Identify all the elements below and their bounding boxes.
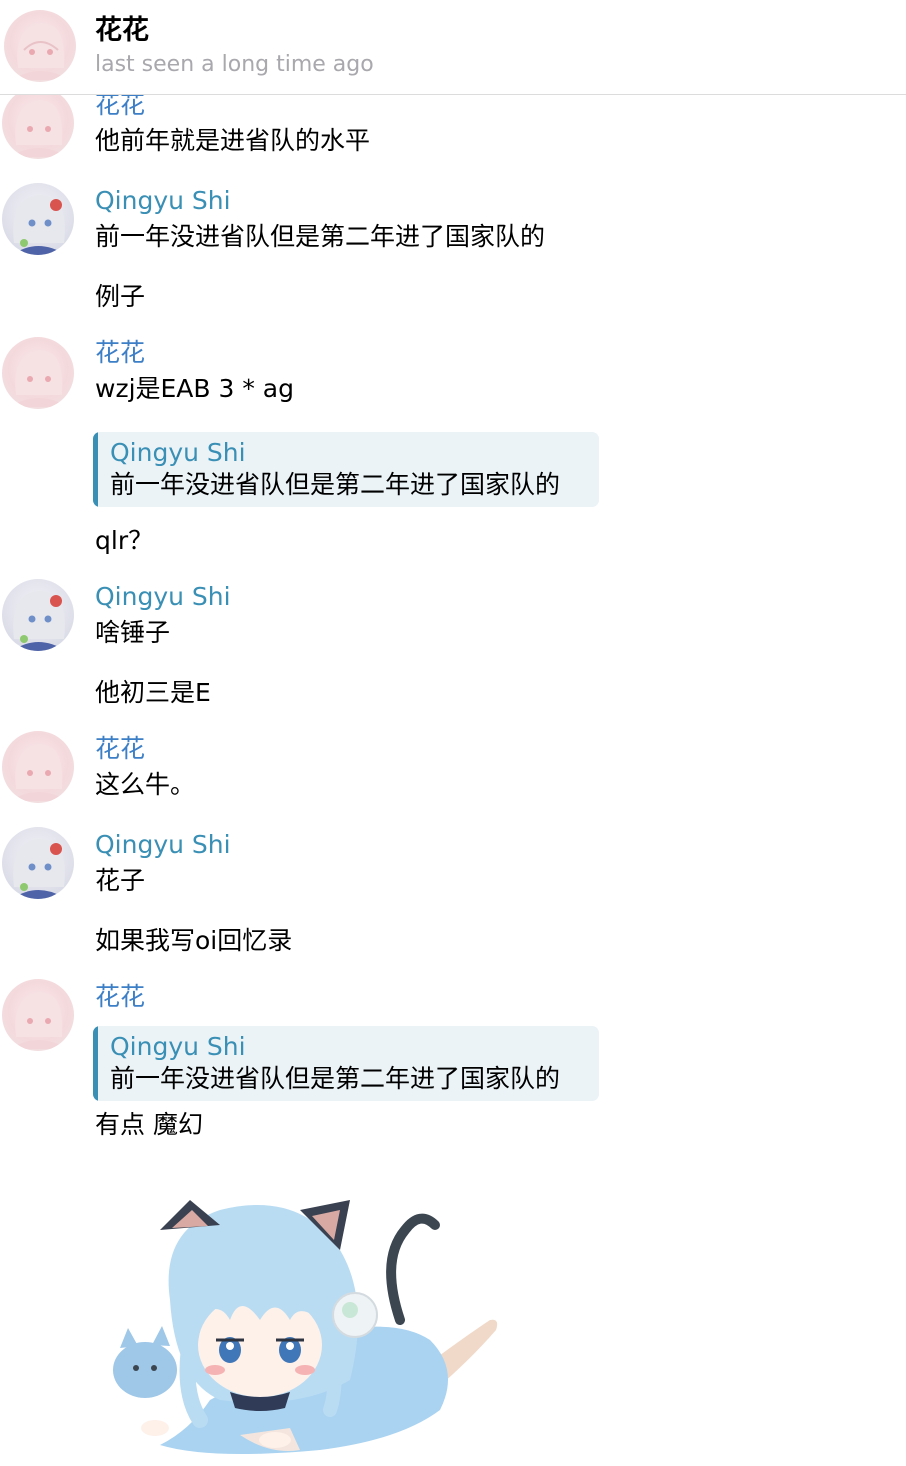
chat-header: 花花 last seen a long time ago	[0, 0, 906, 95]
message-text: 例子	[95, 282, 146, 311]
message-text: 前一年没进省队但是第二年进了国家队的	[95, 222, 546, 251]
message-text: 有点 魔幻	[95, 1110, 203, 1139]
sender-avatar[interactable]	[2, 95, 74, 159]
contact-avatar[interactable]	[4, 10, 76, 82]
sender-name[interactable]: 花花	[95, 337, 145, 369]
message-text: 如果我写oi回忆录	[95, 926, 293, 955]
reply-quote-sender: Qingyu Shi	[110, 438, 246, 467]
chat-title: 花花	[95, 15, 149, 46]
reply-quote[interactable]: Qingyu Shi 前一年没进省队但是第二年进了国家队的	[93, 1026, 599, 1101]
message-text: wzj是EAB 3 * ag	[95, 374, 294, 403]
message-text: 这么牛。	[95, 770, 196, 799]
message-text: qlr？	[95, 526, 154, 555]
sender-avatar[interactable]	[2, 183, 74, 255]
sender-avatar[interactable]	[2, 731, 74, 803]
sender-name[interactable]: 花花	[95, 95, 145, 121]
sender-name[interactable]: Qingyu Shi	[95, 829, 231, 861]
sender-name[interactable]: 花花	[95, 733, 145, 765]
reply-quote-bar	[93, 1026, 98, 1101]
sender-avatar[interactable]	[2, 579, 74, 651]
sender-avatar[interactable]	[2, 979, 74, 1051]
sender-name[interactable]: Qingyu Shi	[95, 581, 231, 613]
reply-quote-bar	[93, 432, 98, 507]
message-feed[interactable]: 花花 他前年就是进省队的水平 Qingyu Shi 前一年没进省队但是第二年进了…	[0, 95, 906, 1466]
reply-quote-text: 前一年没进省队但是第二年进了国家队的	[110, 470, 561, 499]
message-text: 花子	[95, 866, 146, 895]
message-text: 他初三是E	[95, 678, 211, 707]
sender-name[interactable]: Qingyu Shi	[95, 185, 231, 217]
reply-quote[interactable]: Qingyu Shi 前一年没进省队但是第二年进了国家队的	[93, 432, 599, 507]
reply-quote-sender: Qingyu Shi	[110, 1032, 246, 1061]
last-seen-status: last seen a long time ago	[95, 52, 374, 77]
message-text: 啥锤子	[95, 618, 171, 647]
sender-name[interactable]: 花花	[95, 981, 145, 1013]
sender-avatar[interactable]	[2, 827, 74, 899]
reply-quote-text: 前一年没进省队但是第二年进了国家队的	[110, 1064, 561, 1093]
sticker-image[interactable]	[100, 1170, 520, 1460]
sender-avatar[interactable]	[2, 337, 74, 409]
message-text: 他前年就是进省队的水平	[95, 126, 371, 155]
